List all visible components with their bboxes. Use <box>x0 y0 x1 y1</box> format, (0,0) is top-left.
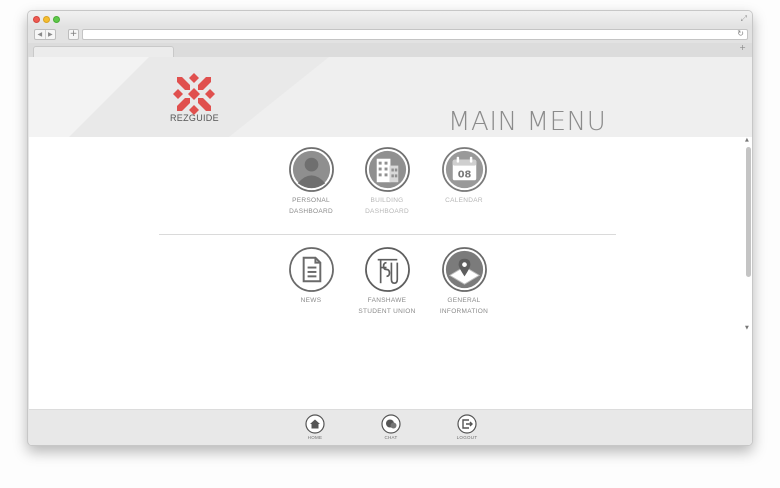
address-bar[interactable]: ↻ <box>82 29 748 40</box>
forward-arrow-icon[interactable]: ▶ <box>44 30 56 39</box>
chat-bubble-icon <box>381 414 401 434</box>
add-tab-icon[interactable]: + <box>739 43 746 52</box>
home-label: HOME <box>307 435 323 440</box>
calendar-day-number: 08 <box>457 169 471 180</box>
menu-divider <box>159 234 616 235</box>
scroll-up-arrow-icon[interactable]: ▲ <box>745 137 749 143</box>
close-window-button[interactable] <box>33 16 40 23</box>
browser-toolbar: ◀ ▶ + ↻ <box>28 27 752 43</box>
screenshot: ⤢ ◀ ▶ + ↻ + REZGUIDE MAIN MENU PERSONAL … <box>0 0 780 488</box>
home-button[interactable]: HOME <box>295 414 335 440</box>
person-icon <box>288 147 334 192</box>
news-label: NEWS <box>300 297 322 304</box>
fullscreen-icon[interactable]: ⤢ <box>741 14 747 24</box>
scrollbar-thumb[interactable] <box>746 147 751 277</box>
student-union-button[interactable]: FANSHAWE STUDENT UNION <box>347 246 427 317</box>
history-nav: ◀ ▶ <box>34 29 56 40</box>
page-scrollbar[interactable]: ▲ ▼ <box>744 137 752 333</box>
map-pin-icon <box>441 247 487 292</box>
page-header: REZGUIDE MAIN MENU <box>29 57 752 137</box>
general-information-label: GENERAL INFORMATION <box>439 297 489 315</box>
personal-dashboard-button[interactable]: PERSONAL DASHBOARD <box>271 146 351 217</box>
footer-nav: HOME CHAT LOGOUT <box>29 409 752 445</box>
header-background-shape <box>29 57 329 137</box>
reload-icon[interactable]: ↻ <box>737 29 744 38</box>
logo-wordmark: REZGUIDE <box>170 113 219 123</box>
page-title: MAIN MENU <box>448 107 607 137</box>
calendar-icon: 08 <box>441 147 487 192</box>
general-information-button[interactable]: GENERAL INFORMATION <box>424 246 504 317</box>
calendar-label: CALENDAR <box>445 197 483 204</box>
back-arrow-icon[interactable]: ◀ <box>35 30 45 39</box>
title-bar: ⤢ <box>28 11 752 27</box>
home-icon <box>305 414 325 434</box>
new-tab-button[interactable]: + <box>68 29 79 40</box>
building-dashboard-label: BUILDING DASHBOARD <box>365 197 409 215</box>
scroll-down-arrow-icon[interactable]: ▼ <box>745 325 749 331</box>
chat-button[interactable]: CHAT <box>371 414 411 440</box>
browser-tab[interactable] <box>33 46 174 57</box>
personal-dashboard-label: PERSONAL DASHBOARD <box>289 197 333 215</box>
building-dashboard-button[interactable]: BUILDING DASHBOARD <box>347 146 427 217</box>
app-page: REZGUIDE MAIN MENU PERSONAL DASHBOARD BU… <box>29 57 752 445</box>
document-icon <box>288 247 334 292</box>
chat-label: CHAT <box>384 435 398 440</box>
fsu-icon <box>364 247 410 292</box>
zoom-window-button[interactable] <box>53 16 60 23</box>
logout-button[interactable]: LOGOUT <box>447 414 487 440</box>
logout-label: LOGOUT <box>456 435 478 440</box>
tab-strip: + <box>28 43 752 57</box>
news-button[interactable]: NEWS <box>271 246 351 306</box>
logout-icon <box>457 414 477 434</box>
student-union-label: FANSHAWE STUDENT UNION <box>358 297 416 315</box>
calendar-button[interactable]: 08 CALENDAR <box>424 146 504 206</box>
browser-window: ⤢ ◀ ▶ + ↻ + REZGUIDE MAIN MENU PERSONAL … <box>27 10 753 446</box>
minimize-window-button[interactable] <box>43 16 50 23</box>
building-icon <box>364 147 410 192</box>
